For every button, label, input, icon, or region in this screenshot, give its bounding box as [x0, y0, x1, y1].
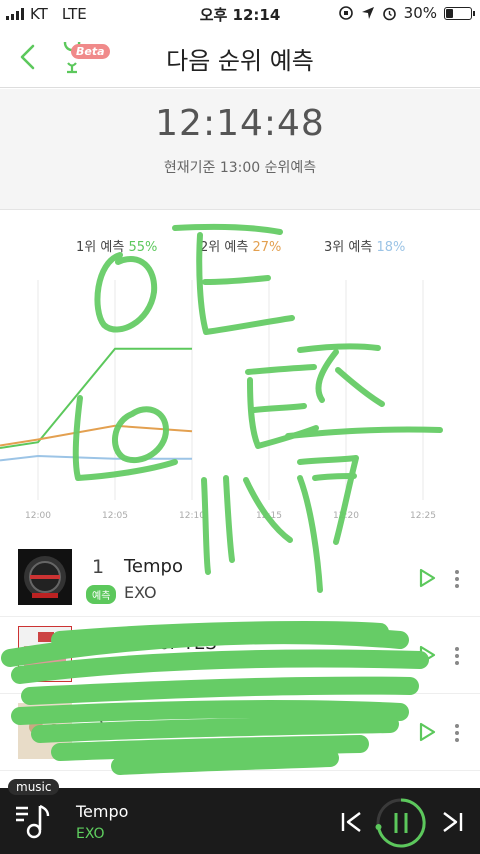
back-button[interactable]: [14, 42, 44, 72]
play-icon[interactable]: [416, 567, 438, 589]
list-item[interactable]: 3: [0, 694, 480, 771]
player-artist: EXO: [76, 826, 105, 842]
prediction-chart: 12:00 12:05 12:10 12:15 12:20 12:25: [0, 280, 436, 521]
album-cover: [18, 549, 72, 605]
series-line: [0, 424, 193, 447]
pause-icon[interactable]: [374, 796, 428, 850]
countdown-panel: 12:14:48 현재기준 13:00 순위예측: [0, 89, 480, 210]
song-rank: 2: [92, 633, 105, 655]
alarm-icon: [382, 7, 396, 20]
x-tick-label: 12:15: [256, 511, 282, 521]
location-icon: [361, 7, 374, 19]
beta-badge: Beta: [71, 44, 110, 59]
list-item[interactable]: 1 Tempo 예측 EXO: [0, 540, 480, 617]
status-bar: KT LTE 오후 12:14 30%: [0, 0, 480, 28]
music-note-icon[interactable]: [14, 802, 50, 840]
orientation-lock-icon: [338, 6, 353, 20]
song-title: Tempo: [124, 556, 183, 577]
prediction-basis: 현재기준 13:00 순위예측: [163, 160, 317, 176]
more-icon[interactable]: [452, 722, 462, 744]
more-icon[interactable]: [452, 568, 462, 590]
battery-icon: [444, 6, 475, 20]
legend-item-first: 1위 예측 55%: [76, 240, 158, 255]
series-line: [0, 347, 192, 450]
previous-icon[interactable]: [338, 810, 364, 834]
legend-item-third: 3위 예측 18%: [324, 240, 406, 255]
current-time: 12:14:48: [155, 103, 325, 144]
play-icon[interactable]: [416, 644, 438, 666]
nav-bar: Beta 다음 순위 예측: [0, 28, 480, 88]
x-tick-label: 12:00: [25, 511, 51, 521]
more-icon[interactable]: [452, 645, 462, 667]
list-item[interactable]: 2 Yes or YES: [0, 617, 480, 694]
legend-item-second: 2위 예측 27%: [200, 240, 282, 255]
play-icon[interactable]: [416, 721, 438, 743]
x-tick-label: 12:20: [333, 511, 359, 521]
x-tick-label: 12:25: [410, 511, 436, 521]
series-line: [0, 454, 192, 462]
album-cover: [18, 626, 72, 682]
player-title: Tempo: [76, 802, 129, 821]
x-tick-label: 12:10: [179, 511, 205, 521]
song-rank: 1: [92, 556, 105, 578]
album-cover: [18, 703, 72, 759]
prediction-tag: 예측: [86, 585, 117, 604]
x-tick-label: 12:05: [102, 511, 128, 521]
song-rank: 3: [92, 710, 105, 732]
song-artist: EXO: [124, 583, 157, 602]
battery-percent: 30%: [403, 4, 437, 22]
music-badge: music: [8, 779, 60, 795]
next-icon[interactable]: [440, 810, 466, 834]
song-list: 1 Tempo 예측 EXO 2 Yes or YES 3: [0, 540, 480, 771]
song-title: Yes or YES: [124, 633, 217, 654]
